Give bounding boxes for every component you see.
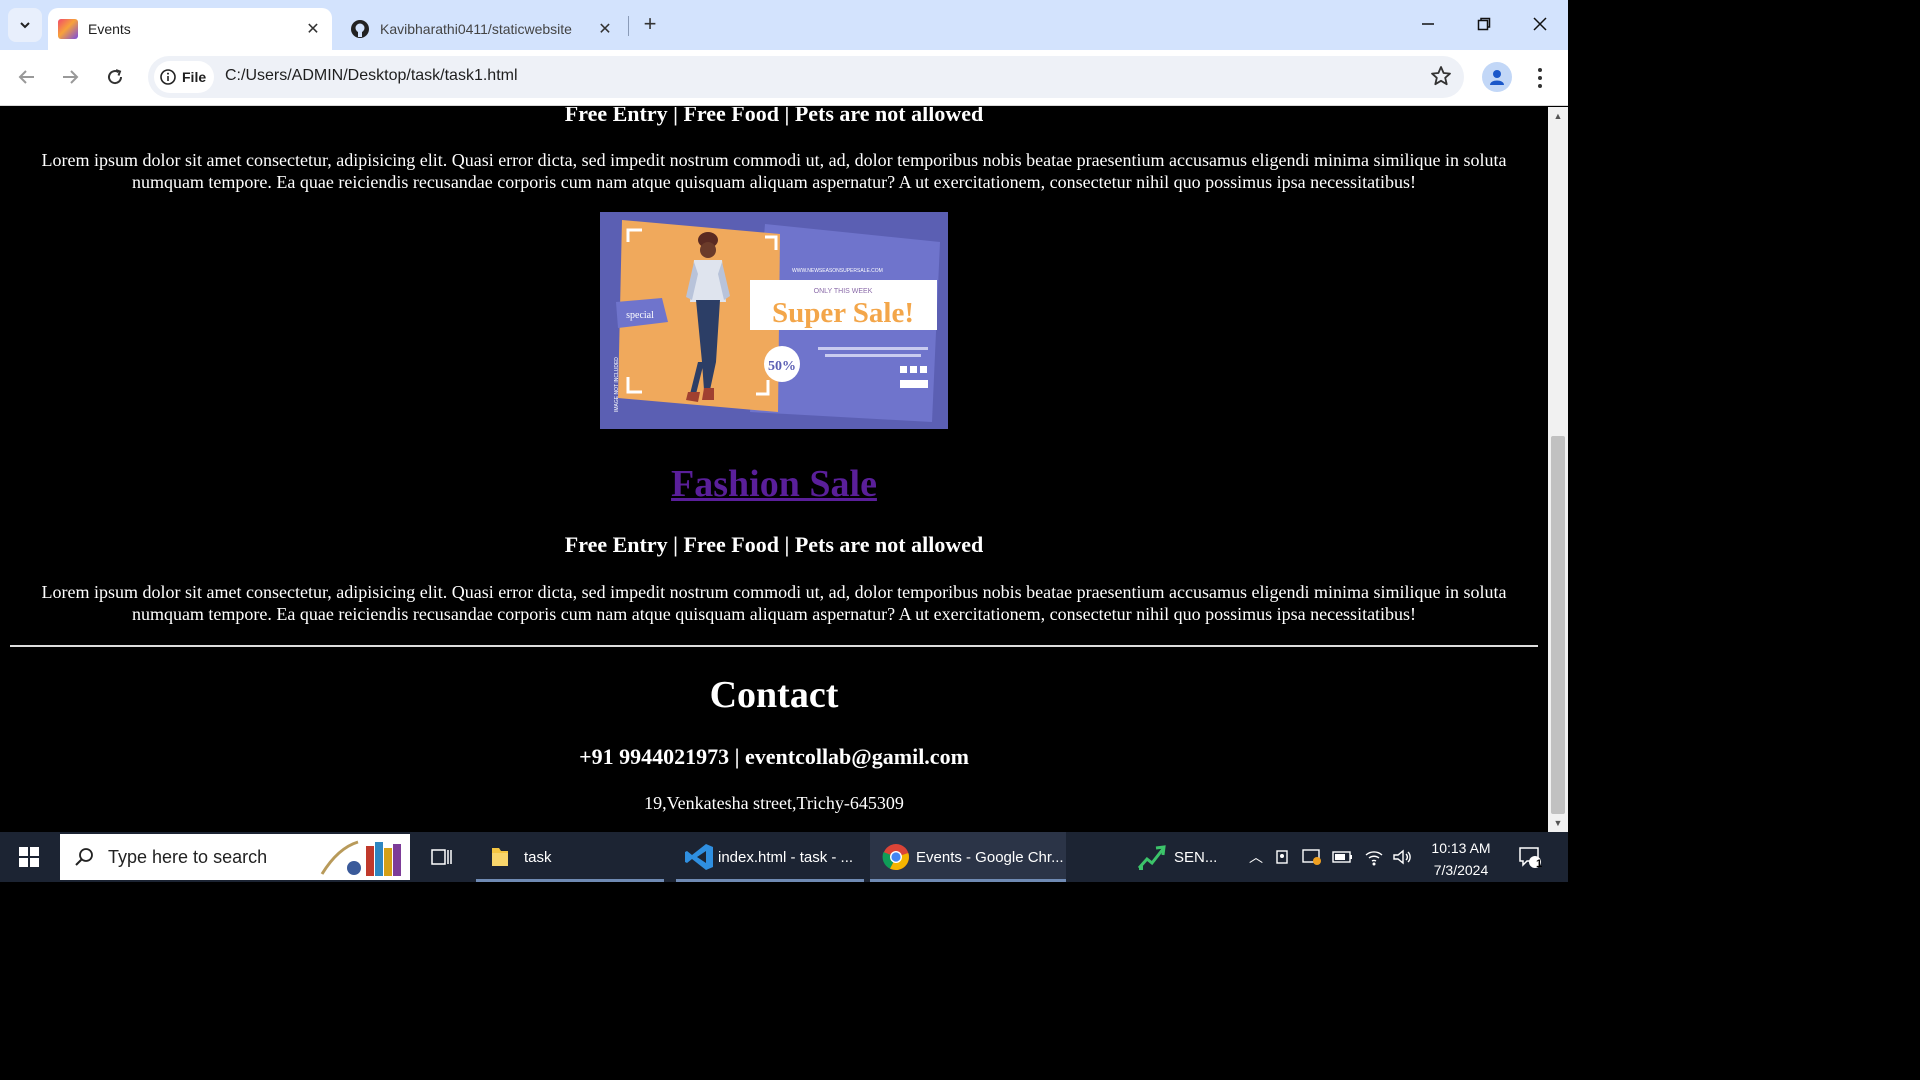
task-view-icon: [431, 849, 452, 865]
profile-avatar[interactable]: [1482, 62, 1512, 92]
poster-discount: 50%: [768, 359, 796, 374]
running-indicator: [676, 879, 864, 882]
running-indicator: [870, 879, 1066, 882]
tab-events[interactable]: Events ✕: [48, 8, 332, 50]
contact-address: 19,Venkatesha street,Trichy-645309: [644, 793, 904, 813]
arrow-left-icon: [18, 70, 34, 84]
poster-artwork: WWW.NEWSEASONSUPERSALE.COM ONLY THIS WEE…: [600, 212, 948, 429]
url-text[interactable]: C:/Users/ADMIN/Desktop/task/task1.html: [225, 67, 518, 85]
person-icon: [1490, 70, 1504, 85]
reload-icon: [108, 69, 123, 85]
scroll-up-arrow-icon[interactable]: ▲: [1548, 107, 1568, 125]
vertical-scrollbar[interactable]: ▲ ▼: [1548, 107, 1568, 832]
address-bar[interactable]: File C:/Users/ADMIN/Desktop/task/task1.h…: [148, 56, 1464, 98]
reload-button[interactable]: [98, 60, 132, 94]
poster-tagline: ONLY THIS WEEK: [814, 288, 873, 295]
browser-menu-button[interactable]: [1530, 64, 1550, 92]
stock-chart-icon: [1137, 845, 1166, 870]
volume-icon[interactable]: [1392, 848, 1412, 866]
taskbar-clock[interactable]: 10:13 AM 7/3/2024: [1420, 837, 1502, 881]
tab-search-button[interactable]: [8, 8, 42, 42]
event-title: Fashion Sale: [0, 462, 1548, 506]
page-viewport: Free Entry | Free Food | Pets are not al…: [0, 107, 1548, 832]
event-title-link[interactable]: Fashion Sale: [671, 463, 877, 505]
scrollbar-thumb[interactable]: [1551, 436, 1565, 814]
security-alert-icon[interactable]: [1302, 848, 1322, 866]
forward-button[interactable]: [53, 60, 87, 94]
folder-icon: [492, 848, 508, 866]
poster-tag-text: special: [626, 310, 654, 321]
scroll-down-arrow-icon[interactable]: ▼: [1548, 814, 1568, 832]
taskbar-app-stocks[interactable]: SEN...: [1134, 832, 1226, 882]
browser-toolbar: File C:/Users/ADMIN/Desktop/task/task1.h…: [0, 50, 1568, 106]
taskbar-search-box[interactable]: Type here to search: [60, 834, 410, 880]
github-icon: [351, 20, 369, 38]
contact-heading: Contact: [709, 674, 839, 716]
taskbar-app-label: SEN...: [1174, 848, 1218, 866]
search-highlight-books-icon: [320, 840, 401, 876]
bookmark-star-icon[interactable]: [1430, 65, 1452, 87]
taskbar-app-chrome[interactable]: Events - Google Chr...: [870, 832, 1066, 882]
meet-now-icon[interactable]: [1274, 848, 1292, 866]
clock-date: 7/3/2024: [1433, 862, 1489, 878]
restore-icon: [1477, 17, 1491, 31]
site-chip-label: File: [182, 69, 207, 85]
tab-github[interactable]: Kavibharathi0411/staticwebsite ✕: [340, 8, 624, 50]
close-tab-icon[interactable]: ✕: [592, 16, 618, 42]
start-button[interactable]: [0, 832, 58, 882]
poster-url-text: WWW.NEWSEASONSUPERSALE.COM: [792, 268, 883, 274]
site-info-chip[interactable]: File: [154, 61, 214, 93]
plus-icon: +: [643, 11, 657, 36]
taskbar-app-label: task: [524, 848, 552, 866]
poster-headline: Super Sale!: [772, 297, 914, 329]
search-placeholder: Type here to search: [108, 846, 268, 867]
notification-center-button[interactable]: 1: [1512, 832, 1548, 882]
arrow-right-icon: [63, 70, 79, 84]
chevron-up-icon[interactable]: ︿: [1244, 847, 1268, 867]
close-window-button[interactable]: [1512, 0, 1568, 48]
event-info: Free Entry | Free Food | Pets are not al…: [564, 532, 984, 557]
section-divider: [10, 645, 1538, 647]
notification-count-badge: 1: [1536, 858, 1543, 870]
taskbar-app-explorer[interactable]: task: [476, 832, 664, 882]
minimize-button[interactable]: [1400, 0, 1456, 48]
tab-title: Kavibharathi0411/staticwebsite: [380, 21, 572, 37]
taskbar-app-label: index.html - task - ...: [718, 848, 854, 866]
battery-icon[interactable]: [1332, 850, 1354, 864]
event-description-previous: Lorem ipsum dolor sit amet consectetur, …: [41, 150, 1507, 192]
system-tray: ︿: [1244, 832, 1412, 882]
tab-title: Events: [88, 21, 131, 37]
tab-strip: Events ✕ Kavibharathi0411/staticwebsite …: [0, 0, 1568, 50]
minimize-icon: [1422, 23, 1434, 25]
event-info-previous: Free Entry | Free Food | Pets are not al…: [564, 107, 984, 126]
clock-time: 10:13 AM: [1431, 840, 1491, 856]
fashion-sale-poster-image: WWW.NEWSEASONSUPERSALE.COM ONLY THIS WEE…: [600, 212, 948, 429]
windows-taskbar: Type here to search task index.html - ta…: [0, 832, 1568, 882]
events-favicon-icon: [58, 19, 78, 39]
taskbar-app-vscode[interactable]: index.html - task - ...: [676, 832, 864, 882]
contact-details: +91 9944021973 | eventcollab@gamil.com: [579, 744, 969, 769]
close-icon: [1533, 17, 1547, 31]
new-tab-button[interactable]: +: [636, 10, 664, 38]
wifi-icon[interactable]: [1364, 848, 1384, 866]
vscode-icon: [685, 844, 713, 870]
search-icon: [75, 848, 93, 866]
tab-separator: [628, 16, 629, 36]
svg-text:IMAGE NOT INCLUDED: IMAGE NOT INCLUDED: [614, 357, 620, 412]
chevron-down-icon: [20, 22, 30, 29]
task-view-button[interactable]: [424, 832, 460, 882]
restore-button[interactable]: [1456, 0, 1512, 48]
chrome-icon: [882, 844, 909, 871]
taskbar-app-label: Events - Google Chr...: [916, 848, 1064, 866]
back-button[interactable]: [10, 60, 44, 94]
info-icon: [160, 69, 176, 85]
close-tab-icon[interactable]: ✕: [300, 16, 326, 42]
event-description: Lorem ipsum dolor sit amet consectetur, …: [41, 582, 1507, 624]
running-indicator: [476, 879, 664, 882]
windows-logo-icon: [19, 847, 39, 867]
